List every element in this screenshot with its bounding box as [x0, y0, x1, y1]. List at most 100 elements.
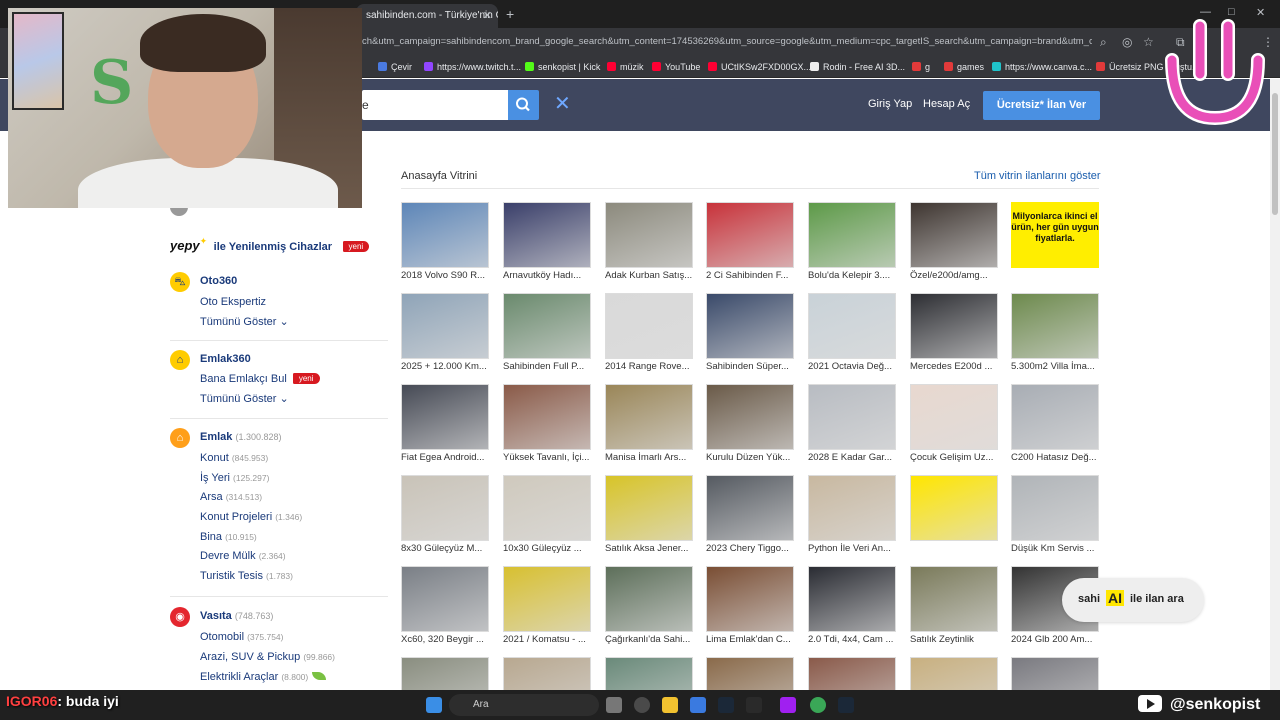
listing-thumbnail[interactable]: [910, 293, 998, 359]
steam-icon[interactable]: [838, 697, 854, 713]
listing-thumbnail[interactable]: [910, 202, 998, 268]
listing-thumbnail[interactable]: [706, 566, 794, 632]
bookmark-item[interactable]: senkopist | Kick: [525, 60, 600, 74]
category-title[interactable]: Vasıta (748.763): [200, 610, 273, 622]
sub-item[interactable]: Bina (10.915): [200, 531, 257, 543]
listing-thumbnail[interactable]: [808, 566, 896, 632]
listing-caption[interactable]: 2018 Volvo S90 R...: [401, 270, 489, 281]
yepy-promo[interactable]: yepy✦ ile Yenilenmiş Cihazlar yeni: [170, 236, 390, 253]
register-link[interactable]: Hesap Aç: [923, 98, 970, 110]
listing-card[interactable]: Milyonlarca ikinci el ürün, her gün uygu…: [1011, 202, 1099, 288]
listing-caption[interactable]: 2024 Glb 200 Am...: [1011, 634, 1099, 645]
bookmark-item[interactable]: YouTube: [652, 60, 700, 74]
show-all-emlak360[interactable]: Tümünü Göster ⌄: [200, 392, 289, 405]
store-icon[interactable]: [690, 697, 706, 713]
listing-card[interactable]: Adak Kurban Satış...: [605, 202, 693, 288]
sub-item-emlakci-bul[interactable]: Bana Emlakçı Bul yeni: [200, 373, 320, 385]
listing-thumbnail[interactable]: [503, 657, 591, 692]
listing-card[interactable]: Çağırkanlı'da Sahi...: [605, 566, 693, 652]
listing-card[interactable]: Özel/e200d/amg...: [910, 202, 998, 288]
listing-thumbnail[interactable]: [503, 384, 591, 450]
listing-thumbnail[interactable]: [503, 293, 591, 359]
listing-caption[interactable]: Satılık Zeytinlik: [910, 634, 998, 645]
app-icon[interactable]: [780, 697, 796, 713]
show-all-showcase-link[interactable]: Tüm vitrin ilanlarını göster: [974, 170, 1101, 182]
listing-thumbnail[interactable]: [605, 475, 693, 541]
listing-caption[interactable]: Python İle Veri An...: [808, 543, 896, 554]
listing-caption[interactable]: Sahibinden Süper...: [706, 361, 794, 372]
listing-card[interactable]: 2023 Chery Tiggo...: [706, 475, 794, 561]
listing-thumbnail[interactable]: [808, 202, 896, 268]
listing-caption[interactable]: 2023 Chery Tiggo...: [706, 543, 794, 554]
listing-card[interactable]: Arnavutköy Hadı...: [503, 202, 591, 288]
category-title[interactable]: Emlak360: [200, 353, 251, 365]
epic-games-icon[interactable]: [746, 697, 762, 713]
listing-thumbnail[interactable]: [401, 384, 489, 450]
listing-thumbnail[interactable]: [706, 384, 794, 450]
listing-card[interactable]: Düşük Km Servis ...: [1011, 475, 1099, 561]
listing-card[interactable]: Lima Emlak'dan C...: [706, 566, 794, 652]
listing-caption[interactable]: 2028 E Kadar Gar...: [808, 452, 896, 463]
category-title[interactable]: Oto360: [200, 275, 237, 287]
tab-close-icon[interactable]: ✕: [483, 4, 492, 28]
listing-thumbnail[interactable]: [910, 384, 998, 450]
bookmark-item[interactable]: g: [912, 60, 930, 74]
listing-card[interactable]: [910, 657, 998, 692]
bookmark-item[interactable]: https://www.twitch.t...: [424, 60, 521, 74]
listing-caption[interactable]: Bolu'da Kelepir 3....: [808, 270, 896, 281]
sub-item[interactable]: Elektrikli Araçlar (8.800): [200, 671, 327, 683]
listing-card[interactable]: [401, 657, 489, 692]
listing-caption[interactable]: 5.300m2 Villa İma...: [1011, 361, 1099, 372]
listing-card[interactable]: Bolu'da Kelepir 3....: [808, 202, 896, 288]
listing-card[interactable]: Sahibinden Full P...: [503, 293, 591, 379]
listing-thumbnail[interactable]: [1011, 293, 1099, 359]
bookmark-item[interactable]: games: [944, 60, 984, 74]
sub-item-oto-ekspertiz[interactable]: Oto Ekspertiz: [200, 296, 266, 308]
listing-thumbnail[interactable]: [1011, 475, 1099, 541]
listing-thumbnail[interactable]: [706, 475, 794, 541]
listing-card[interactable]: Mercedes E200d ...: [910, 293, 998, 379]
listing-card[interactable]: Satılık Aksa Jener...: [605, 475, 693, 561]
zoom-icon[interactable]: ⌕: [1100, 35, 1107, 50]
listing-caption[interactable]: 2021 Octavia Değ...: [808, 361, 896, 372]
listing-caption[interactable]: C200 Hatasız Değ...: [1011, 452, 1099, 463]
listing-card[interactable]: Xc60, 320 Beygir ...: [401, 566, 489, 652]
listing-caption[interactable]: Xc60, 320 Beygir ...: [401, 634, 489, 645]
sub-item[interactable]: Konut Projeleri (1.346): [200, 511, 302, 523]
listing-caption[interactable]: 2 Ci Sahibinden F...: [706, 270, 794, 281]
listing-thumbnail[interactable]: [401, 657, 489, 692]
scrollbar-thumb[interactable]: [1272, 93, 1278, 215]
listing-card[interactable]: Çocuk Gelişim Uz...: [910, 384, 998, 470]
listing-card[interactable]: 2021 / Komatsu - ...: [503, 566, 591, 652]
listing-card[interactable]: [1011, 657, 1099, 692]
listing-thumbnail[interactable]: [1011, 657, 1099, 692]
bookmark-item[interactable]: müzik: [607, 60, 644, 74]
listing-thumbnail[interactable]: [910, 657, 998, 692]
listing-card[interactable]: Python İle Veri An...: [808, 475, 896, 561]
listing-card[interactable]: 2 Ci Sahibinden F...: [706, 202, 794, 288]
bookmark-item[interactable]: Çevir: [378, 60, 412, 74]
bookmark-star-icon[interactable]: ☆: [1143, 35, 1154, 49]
category-title[interactable]: Emlak (1.300.828): [200, 431, 282, 443]
listing-caption[interactable]: Çağırkanlı'da Sahi...: [605, 634, 693, 645]
listing-thumbnail[interactable]: [910, 566, 998, 632]
steam-icon[interactable]: [718, 697, 734, 713]
listing-card[interactable]: 5.300m2 Villa İma...: [1011, 293, 1099, 379]
listing-thumbnail[interactable]: [503, 566, 591, 632]
listing-card[interactable]: C200 Hatasız Değ...: [1011, 384, 1099, 470]
listing-card[interactable]: 2014 Range Rove...: [605, 293, 693, 379]
listing-caption[interactable]: 2025 + 12.000 Km...: [401, 361, 489, 372]
listing-card[interactable]: Manisa İmarlı Ars...: [605, 384, 693, 470]
listing-caption[interactable]: Adak Kurban Satış...: [605, 270, 693, 281]
sub-item[interactable]: Devre Mülk (2.364): [200, 550, 286, 562]
taskbar-search[interactable]: Ara: [449, 694, 599, 716]
listing-card[interactable]: Fiat Egea Android...: [401, 384, 489, 470]
listing-caption[interactable]: 10x30 Güleçyüz ...: [503, 543, 591, 554]
listing-thumbnail[interactable]: [808, 475, 896, 541]
listing-caption[interactable]: Özel/e200d/amg...: [910, 270, 998, 281]
listing-card[interactable]: 2021 Octavia Değ...: [808, 293, 896, 379]
bookmark-item[interactable]: https://www.canva.c...: [992, 60, 1092, 74]
listing-caption[interactable]: Manisa İmarlı Ars...: [605, 452, 693, 463]
listing-card[interactable]: Sahibinden Süper...: [706, 293, 794, 379]
search-input[interactable]: e: [362, 90, 508, 120]
